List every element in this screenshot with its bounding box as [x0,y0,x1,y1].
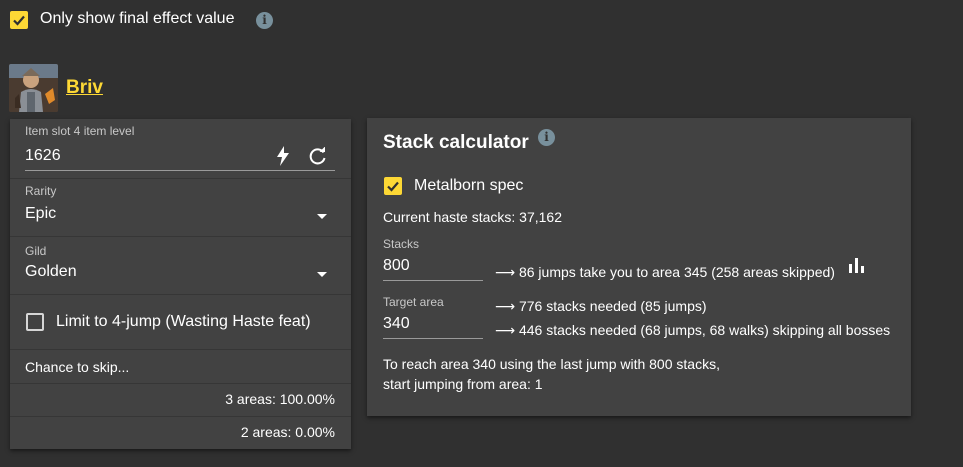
target-result-2: ⟶ 446 stacks needed (68 jumps, 68 walks)… [495,322,891,338]
metalborn-label[interactable]: Metalborn spec [414,177,523,195]
chance-header-row: Chance to skip... [10,350,351,384]
checkmark-icon [387,181,399,192]
chance-label: Chance to skip... [25,359,130,375]
info-icon[interactable]: i [538,129,555,146]
gild-chevron-down-icon[interactable] [317,272,327,277]
rarity-select[interactable]: Epic [25,205,56,223]
limit-checkbox[interactable] [26,313,44,331]
target-area-underline [383,338,483,339]
limit-label[interactable]: Limit to 4-jump (Wasting Haste feat) [56,313,311,331]
gild-label: Gild [25,244,47,258]
item-level-input[interactable]: 1626 [25,147,61,165]
metalborn-checkbox[interactable] [384,177,402,195]
summary-line-1: To reach area 340 using the last jump wi… [383,356,720,372]
champion-avatar [9,64,58,112]
item-panel: Item slot 4 item level 1626 Rarity Epic … [10,119,351,449]
checkmark-icon [13,15,25,26]
stacks-underline [383,280,483,281]
item-level-row: Item slot 4 item level 1626 [10,119,351,179]
stacks-result: ⟶ 86 jumps take you to area 345 (258 are… [495,264,835,280]
target-result-1: ⟶ 776 stacks needed (85 jumps) [495,298,707,314]
limit-row: Limit to 4-jump (Wasting Haste feat) [10,295,351,350]
chance-row: 2 areas: 0.00% [10,417,351,449]
chance-value: 3 areas: 100.00% [225,391,335,407]
bar-chart-icon[interactable] [849,258,865,273]
only-final-effect-checkbox[interactable] [10,11,28,29]
chance-row: 3 areas: 100.00% [10,384,351,417]
lightning-icon[interactable] [276,146,290,166]
info-icon[interactable]: i [256,12,273,29]
gild-row: Gild Golden [10,237,351,295]
target-area-label: Target area [383,295,444,309]
current-haste-text: Current haste stacks: 37,162 [383,209,562,225]
stack-calculator-panel: Stack calculator i Metalborn spec Curren… [367,118,911,416]
champion-name-link[interactable]: Briv [66,77,103,99]
gild-select[interactable]: Golden [25,263,77,281]
stacks-result-text: 86 jumps take you to area 345 (258 areas… [518,264,835,280]
target-result-1-text: 776 stacks needed (85 jumps) [518,298,707,314]
chance-value: 2 areas: 0.00% [240,424,335,440]
briv-portrait-icon [9,64,58,112]
summary-line-2: start jumping from area: 1 [383,376,543,392]
rarity-row: Rarity Epic [10,179,351,237]
rarity-chevron-down-icon[interactable] [317,214,327,219]
item-level-underline [25,170,335,171]
target-result-2-text: 446 stacks needed (68 jumps, 68 walks) s… [518,322,891,338]
only-final-effect-label[interactable]: Only show final effect value [40,10,234,28]
refresh-icon[interactable] [309,147,327,165]
stack-calculator-title: Stack calculator [383,132,529,153]
stacks-label: Stacks [383,237,420,251]
rarity-label: Rarity [25,184,57,198]
stacks-input[interactable]: 800 [383,257,410,275]
target-area-input[interactable]: 340 [383,315,410,333]
item-level-label: Item slot 4 item level [25,124,135,138]
